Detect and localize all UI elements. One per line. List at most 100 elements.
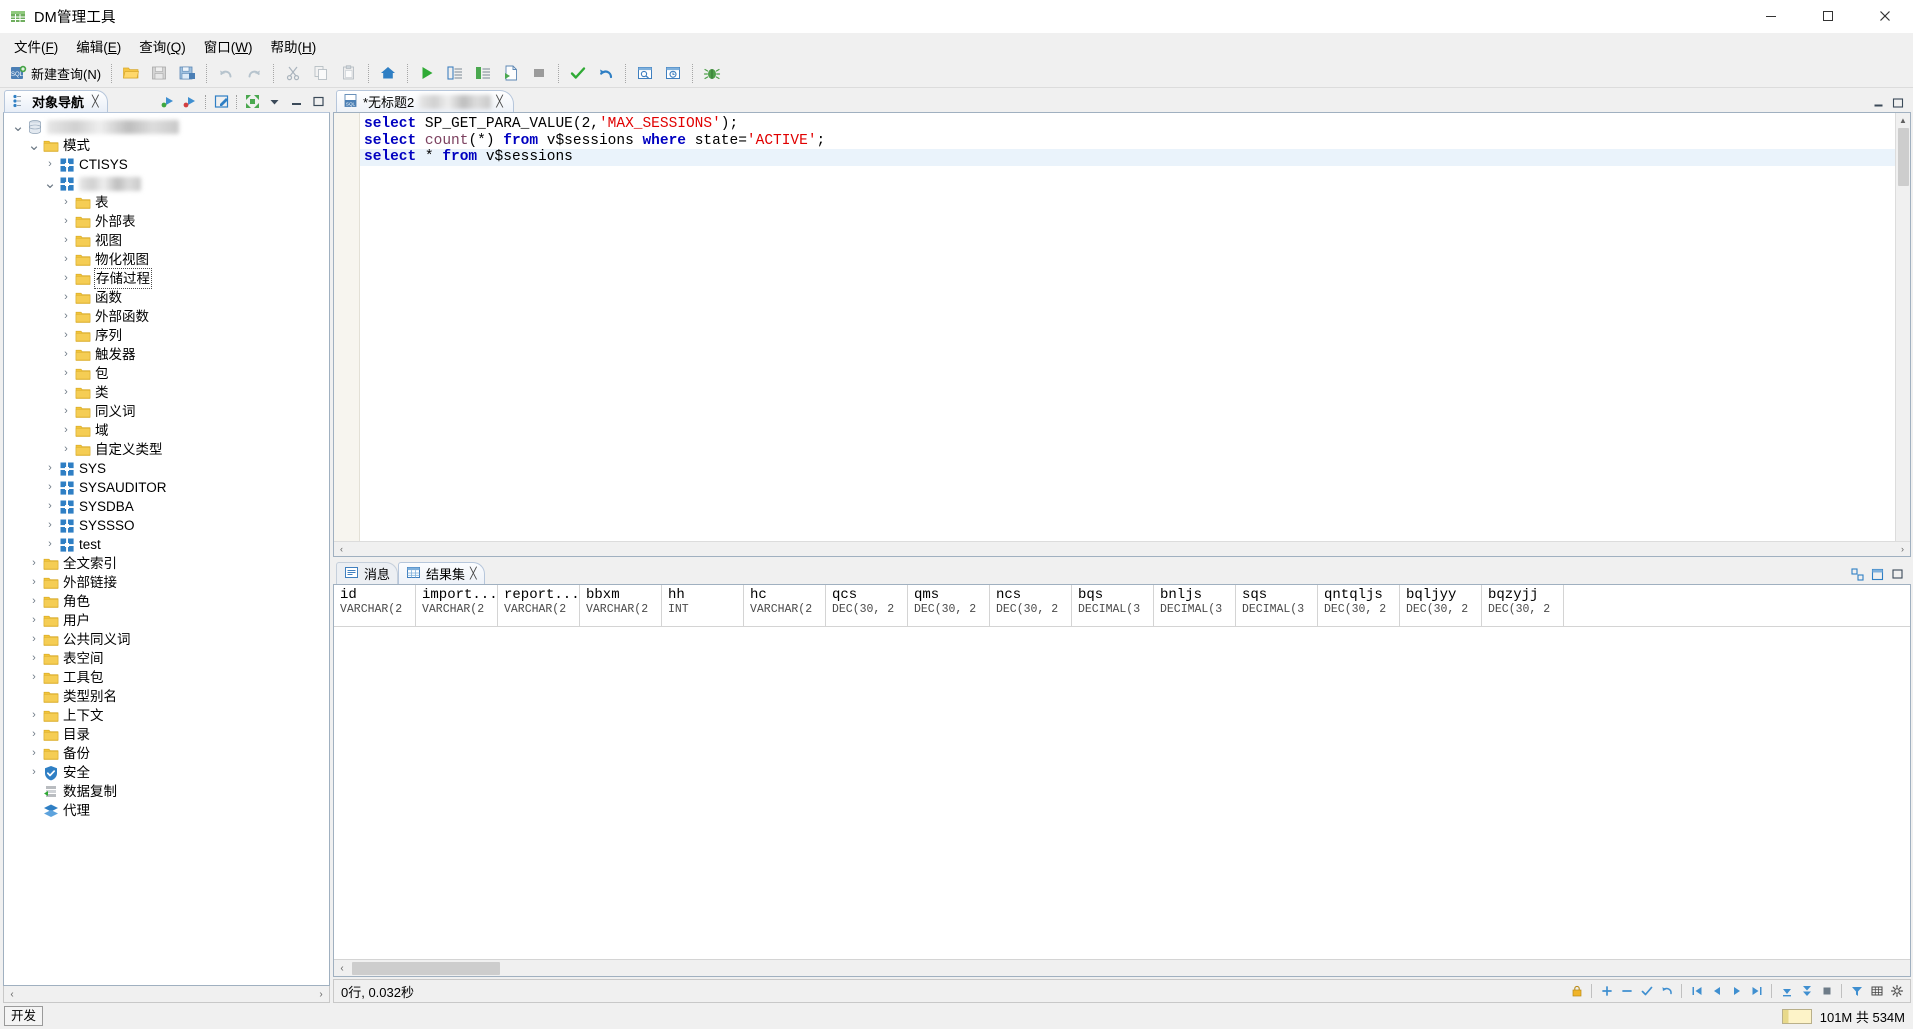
grid-column-header[interactable]: qntqljs DEC(30, 2 (1318, 585, 1400, 626)
grid-column-header[interactable]: report... VARCHAR(2 (498, 585, 580, 626)
save-as-button[interactable] (173, 61, 201, 86)
chevron-right-icon[interactable]: › (26, 706, 42, 725)
minimize-grid-icon[interactable] (1889, 567, 1905, 582)
menu-query[interactable]: 查询(Q) (131, 33, 194, 59)
tree-node-external-links[interactable]: › 外部链接 (4, 573, 329, 592)
tab-resultset-close-icon[interactable]: ╳ (470, 567, 477, 580)
tab-messages[interactable]: 消息 (336, 562, 399, 584)
tree-node-external-functions[interactable]: › 外部函数 (4, 307, 329, 326)
editor-vscrollbar[interactable]: ▲ (1895, 113, 1910, 541)
tree-node-views[interactable]: › 视图 (4, 231, 329, 250)
tree-node-toolkits[interactable]: › 工具包 (4, 668, 329, 687)
chevron-right-icon[interactable]: › (58, 440, 74, 459)
view-menu-chevron-icon[interactable] (264, 92, 284, 111)
tree-node-backups[interactable]: › 备份 (4, 744, 329, 763)
stop-fetch-icon[interactable] (1817, 982, 1836, 1001)
grid-column-header[interactable]: hh INT (662, 585, 744, 626)
grid-hscroll-thumb[interactable] (352, 961, 500, 975)
chevron-right-icon[interactable]: › (42, 478, 58, 497)
navigator-scroll-right-icon[interactable]: › (313, 989, 329, 1000)
lock-icon[interactable] (1567, 982, 1586, 1001)
edit-object-icon[interactable] (211, 92, 231, 111)
grid-column-header[interactable]: hc VARCHAR(2 (744, 585, 826, 626)
disconnect-icon[interactable] (180, 92, 200, 111)
chevron-right-icon[interactable]: › (42, 497, 58, 516)
grid-settings-icon[interactable] (1887, 982, 1906, 1001)
refresh-row-icon[interactable] (1657, 982, 1676, 1001)
tree-node-sequences[interactable]: › 序列 (4, 326, 329, 345)
chevron-right-icon[interactable]: › (42, 459, 58, 478)
export-grid-icon[interactable] (1867, 982, 1886, 1001)
execute-button[interactable] (413, 61, 441, 86)
tree-node-user-types[interactable]: › 自定义类型 (4, 440, 329, 459)
prev-page-icon[interactable] (1707, 982, 1726, 1001)
execute-plan-button[interactable] (497, 61, 525, 86)
next-page-icon[interactable] (1727, 982, 1746, 1001)
chevron-right-icon[interactable]: › (26, 554, 42, 573)
grid-scroll-left-icon[interactable]: ‹ (334, 963, 350, 974)
chevron-right-icon[interactable]: › (26, 630, 42, 649)
chevron-right-icon[interactable]: › (58, 421, 74, 440)
commit-button[interactable] (564, 61, 592, 86)
tab-resultset[interactable]: 结果集 ╳ (398, 562, 485, 584)
tree-node-domains[interactable]: › 域 (4, 421, 329, 440)
tree-node-public-synonyms[interactable]: › 公共同义词 (4, 630, 329, 649)
fetch-more-icon[interactable] (1777, 982, 1796, 1001)
chevron-right-icon[interactable]: › (26, 649, 42, 668)
connect-icon[interactable] (158, 92, 178, 111)
menu-window[interactable]: 窗口(W) (196, 33, 261, 59)
grid-column-header[interactable]: bqs DECIMAL(3 (1072, 585, 1154, 626)
chevron-right-icon[interactable]: › (42, 535, 58, 554)
tree-node-sysauditor[interactable]: › SYSAUDITOR (4, 478, 329, 497)
editor-tab-close-icon[interactable]: ╳ (496, 95, 503, 108)
code-line[interactable]: 3select * from v$sessions (360, 149, 1910, 166)
home-button[interactable] (374, 61, 402, 86)
tree-node-directories[interactable]: › 目录 (4, 725, 329, 744)
chevron-right-icon[interactable]: › (58, 212, 74, 231)
navigator-hscrollbar[interactable]: ‹ › (3, 986, 330, 1003)
rollback-button[interactable] (592, 61, 620, 86)
save-button[interactable] (145, 61, 173, 86)
execute-script-button[interactable] (441, 61, 469, 86)
explain-plan-button[interactable] (631, 61, 659, 86)
tree-node-connection[interactable]: ⌄ (4, 117, 329, 136)
chevron-right-icon[interactable]: › (26, 611, 42, 630)
chevron-right-icon[interactable]: › (58, 231, 74, 250)
debug-button[interactable] (698, 61, 726, 86)
chevron-down-icon[interactable]: ⌄ (26, 138, 42, 153)
chevron-right-icon[interactable]: › (26, 573, 42, 592)
collapse-all-icon[interactable] (242, 92, 262, 111)
last-page-icon[interactable] (1747, 982, 1766, 1001)
result-grid-hscrollbar[interactable]: ‹ (334, 959, 1910, 976)
first-page-icon[interactable] (1687, 982, 1706, 1001)
editor-minimize-icon[interactable] (1871, 95, 1887, 110)
history-button[interactable] (659, 61, 687, 86)
code-content[interactable]: 1select SP_GET_PARA_VALUE(2,'MAX_SESSION… (360, 113, 1910, 541)
grid-column-header[interactable]: bbxm VARCHAR(2 (580, 585, 662, 626)
execute-step-button[interactable] (469, 61, 497, 86)
maximize-panel-icon[interactable] (308, 92, 328, 111)
chevron-right-icon[interactable]: › (58, 250, 74, 269)
maximize-button[interactable] (1799, 0, 1856, 33)
menu-help[interactable]: 帮助(H) (263, 33, 325, 59)
minimize-panel-icon[interactable] (286, 92, 306, 111)
editor-scroll-right-icon[interactable]: › (1895, 544, 1910, 554)
tree-node-sysdba[interactable]: › SYSDBA (4, 497, 329, 516)
grid-column-header[interactable]: import... VARCHAR(2 (416, 585, 498, 626)
chevron-right-icon[interactable]: › (58, 383, 74, 402)
delete-row-icon[interactable] (1617, 982, 1636, 1001)
redo-button[interactable] (240, 61, 268, 86)
chevron-right-icon[interactable]: › (58, 326, 74, 345)
navigator-scroll-track[interactable] (20, 987, 313, 1001)
object-tree-container[interactable]: ⌄ ⌄ 模式 › CTISYS ⌄ › 表 › 外部表 › 视图 › 物化视图 › 存储过程 › 函数 › 外部函数 ›… (3, 112, 330, 986)
open-file-button[interactable] (117, 61, 145, 86)
tree-node-ctisys[interactable]: › CTISYS (4, 155, 329, 174)
menu-edit[interactable]: 编辑(E) (68, 33, 129, 59)
result-grid[interactable]: id VARCHAR(2 import... VARCHAR(2 report... VA… (333, 584, 1911, 977)
tree-node-tables[interactable]: › 表 (4, 193, 329, 212)
tree-node-tablespaces[interactable]: › 表空间 (4, 649, 329, 668)
editor-scroll-left-icon[interactable]: ‹ (334, 544, 349, 554)
tree-node-synonyms[interactable]: › 同义词 (4, 402, 329, 421)
tree-node-schemas[interactable]: ⌄ 模式 (4, 136, 329, 155)
tree-node-agent[interactable]: 代理 (4, 801, 329, 820)
